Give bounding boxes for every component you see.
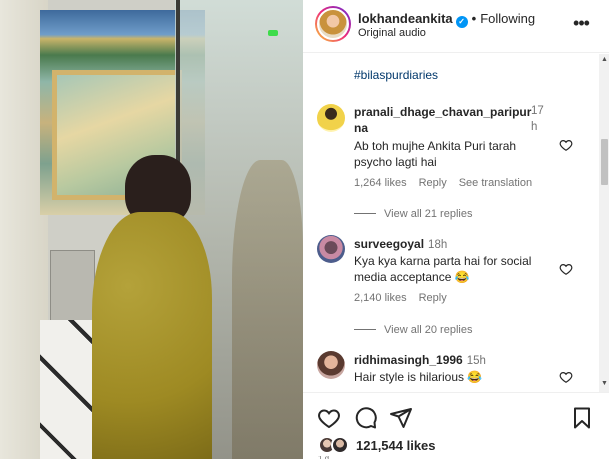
comment-time: 17 [531, 105, 544, 117]
comment-meta: 2,140 likes Reply [354, 292, 459, 304]
comment-time-cont: h [531, 121, 538, 133]
comment-username-cont[interactable]: na [354, 121, 368, 135]
author-avatar[interactable] [315, 6, 351, 42]
comment-text: Ab toh mujhe Ankita Puri tarah psycho la… [354, 139, 517, 169]
comment-username-text[interactable]: ridhimasingh_1996 [354, 353, 463, 367]
see-translation-link[interactable]: See translation [459, 177, 532, 189]
view-replies-button[interactable]: View all 20 replies [354, 324, 472, 336]
caption-hashtag[interactable]: #bilaspurdiaries [354, 68, 438, 82]
comment-text: Hair style is hilarious 😂 [354, 370, 483, 384]
comment-username-text[interactable]: surveegoyal [354, 237, 424, 251]
comment-username: ridhimasingh_1996 15h [354, 353, 486, 367]
comment-time: 15h [466, 355, 486, 367]
comment-username: pranali_dhage_chavan_paripur [354, 105, 531, 119]
likes-count[interactable]: 121,544 likes [356, 438, 436, 453]
bookmark-icon[interactable] [570, 406, 594, 430]
comment-likes[interactable]: 2,140 likes [354, 292, 407, 304]
view-replies-button[interactable]: View all 21 replies [354, 208, 472, 220]
like-heart-icon[interactable] [317, 406, 341, 430]
more-options-icon[interactable]: ••• [571, 14, 591, 34]
comment-heart-icon[interactable] [559, 370, 573, 384]
comments-list: #bilaspurdiaries pranali_dhage_chavan_pa… [303, 54, 599, 392]
comment-heart-icon[interactable] [559, 262, 573, 276]
comment-text: Kya kya karna parta hai for social media… [354, 254, 532, 284]
comment-avatar[interactable] [317, 235, 345, 263]
share-icon[interactable] [389, 406, 413, 430]
video-reflection [232, 160, 303, 459]
post-video[interactable] [0, 0, 303, 459]
comments-scrollbar[interactable]: ▲ ▼ [599, 54, 609, 392]
view-replies-text[interactable]: View all 20 replies [384, 324, 472, 336]
liker-avatar[interactable] [331, 436, 349, 454]
video-green-light [268, 30, 278, 36]
comment-likes[interactable]: 1,264 likes [354, 177, 407, 189]
audio-link[interactable]: Original audio [358, 27, 426, 39]
author-username[interactable]: lokhandeankita [358, 11, 453, 26]
verified-badge-icon: ✓ [455, 16, 468, 28]
scrollbar-thumb[interactable] [601, 139, 608, 185]
header-separator: • [471, 11, 477, 26]
replies-line [354, 213, 376, 214]
comment-time: 18h [428, 239, 448, 251]
comment-username-text[interactable]: pranali_dhage_chavan_paripur [354, 105, 531, 119]
comment-username: surveegoyal 18h [354, 237, 447, 251]
comment-icon[interactable] [354, 406, 378, 430]
replies-line [354, 329, 376, 330]
comment-heart-icon[interactable] [559, 138, 573, 152]
video-person-body [92, 212, 212, 459]
author-username-row: lokhandeankita ✓ • Following [358, 11, 535, 28]
reply-button[interactable]: Reply [419, 292, 447, 304]
comment-avatar[interactable] [317, 104, 345, 132]
scroll-up-icon[interactable]: ▲ [601, 56, 608, 63]
comment-meta: 1,264 likes Reply See translation [354, 177, 544, 189]
reply-button[interactable]: Reply [419, 177, 447, 189]
comment-avatar[interactable] [317, 351, 345, 379]
post-header: lokhandeankita ✓ • Following Original audio… [303, 0, 609, 53]
post-actions: 121,544 likes 1 d [303, 392, 609, 459]
view-replies-text[interactable]: View all 21 replies [384, 208, 472, 220]
following-button[interactable]: Following [480, 11, 535, 26]
post-panel: lokhandeankita ✓ • Following Original audio… [303, 0, 609, 459]
scroll-down-icon[interactable]: ▼ [601, 380, 608, 387]
